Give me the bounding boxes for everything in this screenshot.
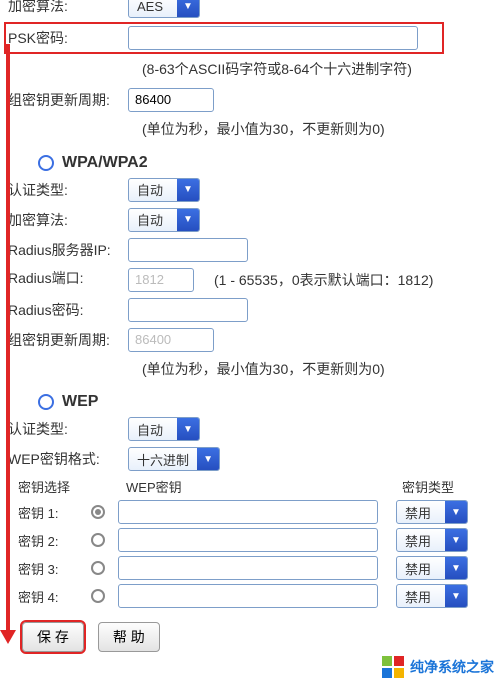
wep-key-label: 密钥 3: xyxy=(18,559,78,578)
wpa-auth-type-value: 自动 xyxy=(129,179,177,201)
wep-key-label: 密钥 1: xyxy=(18,503,78,522)
wep-header-type: 密钥类型 xyxy=(402,477,492,496)
wep-title-text: WEP xyxy=(62,393,98,411)
wep-key-format-select[interactable]: 十六进制 ▼ xyxy=(128,447,220,471)
chevron-down-icon: ▼ xyxy=(445,529,467,551)
save-button[interactable]: 保 存 xyxy=(22,622,84,652)
wpa-auth-type-select[interactable]: 自动 ▼ xyxy=(128,178,200,202)
chevron-down-icon: ▼ xyxy=(445,585,467,607)
wep-key-input[interactable] xyxy=(118,528,378,552)
wep-key-radio[interactable] xyxy=(91,505,105,519)
watermark-text: 纯净系统之家 xyxy=(410,657,494,677)
chevron-down-icon: ▼ xyxy=(445,501,467,523)
wep-header-key: WEP密钥 xyxy=(126,477,402,496)
psk-encrypt-algo-value: AES xyxy=(129,0,177,17)
radius-ip-input[interactable] xyxy=(128,238,248,262)
wep-key-label: 密钥 4: xyxy=(18,587,78,606)
psk-group-key-label: 组密钥更新周期: xyxy=(8,90,128,110)
chevron-down-icon: ▼ xyxy=(177,209,199,231)
chevron-down-icon: ▼ xyxy=(177,0,199,17)
annotation-arrow xyxy=(6,44,10,630)
wpa-encrypt-algo-value: 自动 xyxy=(129,209,177,231)
chevron-down-icon: ▼ xyxy=(445,557,467,579)
wep-key-radio[interactable] xyxy=(91,589,105,603)
psk-password-input[interactable] xyxy=(128,26,418,50)
radius-port-input[interactable] xyxy=(128,268,194,292)
chevron-down-icon: ▼ xyxy=(197,448,219,470)
wep-key-input[interactable] xyxy=(118,556,378,580)
chevron-down-icon: ▼ xyxy=(177,179,199,201)
psk-password-row: PSK密码: xyxy=(6,24,442,52)
radius-pwd-input[interactable] xyxy=(128,298,248,322)
wep-key-type-value: 禁用 xyxy=(397,529,445,551)
wep-key-type-select[interactable]: 禁用▼ xyxy=(396,528,468,552)
help-button[interactable]: 帮 助 xyxy=(98,622,160,652)
wpa-section-title[interactable]: WPA/WPA2 xyxy=(38,154,492,172)
wpa-group-key-label: 组密钥更新周期: xyxy=(8,330,128,350)
wep-radio[interactable] xyxy=(38,394,54,410)
wep-key-row: 密钥 4: 禁用▼ xyxy=(18,584,486,608)
wep-auth-type-label: 认证类型: xyxy=(8,419,128,439)
psk-password-hint: (8-63个ASCII码字符或8-64个十六进制字符) xyxy=(142,58,492,82)
wpa-radio[interactable] xyxy=(38,155,54,171)
wep-key-row: 密钥 2: 禁用▼ xyxy=(18,528,486,552)
psk-group-key-input[interactable] xyxy=(128,88,214,112)
radius-ip-label: Radius服务器IP: xyxy=(8,240,128,260)
psk-encrypt-algo-select[interactable]: AES ▼ xyxy=(128,0,200,18)
wpa-encrypt-algo-select[interactable]: 自动 ▼ xyxy=(128,208,200,232)
wpa-group-key-input[interactable] xyxy=(128,328,214,352)
wpa-encrypt-algo-label: 加密算法: xyxy=(8,210,128,230)
watermark: 纯净系统之家 xyxy=(382,656,494,678)
wep-key-row: 密钥 3: 禁用▼ xyxy=(18,556,486,580)
wep-key-label: 密钥 2: xyxy=(18,531,78,550)
radius-port-label: Radius端口: xyxy=(8,268,128,288)
wep-header-row: 密钥选择 WEP密钥 密钥类型 xyxy=(18,477,492,496)
psk-password-label: PSK密码: xyxy=(8,28,128,48)
radius-port-hint: (1 - 65535，0表示默认端口：1812) xyxy=(214,270,433,290)
psk-encrypt-algo-label: 加密算法: xyxy=(8,0,128,16)
chevron-down-icon: ▼ xyxy=(177,418,199,440)
wep-section-title[interactable]: WEP xyxy=(38,393,492,411)
wep-header-select: 密钥选择 xyxy=(18,477,126,496)
wep-key-radio[interactable] xyxy=(91,561,105,575)
wpa-title-text: WPA/WPA2 xyxy=(62,154,148,172)
wep-key-type-select[interactable]: 禁用▼ xyxy=(396,556,468,580)
psk-group-key-hint: (单位为秒，最小值为30，不更新则为0) xyxy=(142,118,492,142)
wep-key-type-value: 禁用 xyxy=(397,585,445,607)
wep-key-input[interactable] xyxy=(118,584,378,608)
wep-key-type-select[interactable]: 禁用▼ xyxy=(396,584,468,608)
wpa-auth-type-label: 认证类型: xyxy=(8,180,128,200)
wep-key-format-label: WEP密钥格式: xyxy=(8,449,128,469)
radius-pwd-label: Radius密码: xyxy=(8,300,128,320)
wep-key-row: 密钥 1: 禁用▼ xyxy=(18,500,486,524)
wep-key-type-value: 禁用 xyxy=(397,557,445,579)
wep-key-input[interactable] xyxy=(118,500,378,524)
wpa-group-key-hint: (单位为秒，最小值为30，不更新则为0) xyxy=(142,358,492,382)
wep-auth-type-value: 自动 xyxy=(129,418,177,440)
wep-key-radio[interactable] xyxy=(91,533,105,547)
wep-auth-type-select[interactable]: 自动 ▼ xyxy=(128,417,200,441)
watermark-logo-icon xyxy=(382,656,404,678)
wep-key-type-select[interactable]: 禁用▼ xyxy=(396,500,468,524)
wep-key-format-value: 十六进制 xyxy=(129,448,197,470)
wep-key-type-value: 禁用 xyxy=(397,501,445,523)
